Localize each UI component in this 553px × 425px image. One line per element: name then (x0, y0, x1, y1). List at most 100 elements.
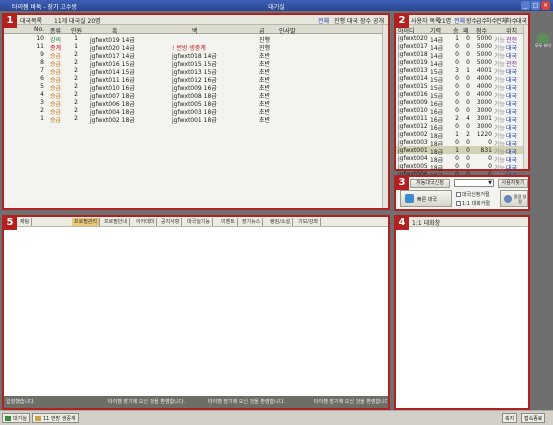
user-losses: 1 (466, 67, 470, 74)
user-row[interactable]: jgfwxt013 15급 3 1 4001 가능 대국 (396, 66, 528, 76)
user-filter-all[interactable]: 전체 (454, 16, 465, 24)
user-row[interactable]: jgfwxt003 18급 0 0 0 가능 대국 (396, 138, 528, 148)
filter-game[interactable]: 대국 (347, 16, 358, 24)
user-wins: 1 (455, 131, 459, 138)
room-row[interactable]: 2 승급 2 jgfwxt004 18급 jgfwxt003 18급 초반 (4, 106, 388, 116)
user-wins: 0 (455, 123, 459, 130)
room-type: 승급 (50, 117, 62, 124)
room-row[interactable]: 7 승급 2 jgfwxt014 15급 jgfwxt013 15급 초반 (4, 66, 388, 76)
room-row[interactable]: 9 승급 2 jgfwxt017 14급 jgfwxt018 14급 초반 (4, 50, 388, 60)
user-row[interactable]: jgfwxt012 16급 0 0 3000 가능 대국 (396, 122, 528, 132)
quick-match-button[interactable]: 빠른 대국 (400, 190, 452, 207)
user-row[interactable]: jgfwxt004 18급 0 0 0 가능 대국 (396, 154, 528, 164)
panel-badge: 3 (395, 176, 409, 190)
room-row[interactable]: 5 승급 2 jgfwxt010 16급 jgfwxt009 16급 초반 (4, 82, 388, 92)
user-id: jgfwxt018 (398, 51, 428, 58)
user-score: 4000 (476, 91, 492, 98)
user-filter-game[interactable]: 대국 (516, 16, 527, 24)
taskbar-room-button[interactable]: 대기실 (2, 413, 30, 423)
filter-all[interactable]: 전체 (318, 16, 329, 24)
reject-chat-checkbox[interactable]: 1:1 대화거절 (456, 200, 490, 207)
room-count: 2 (74, 51, 78, 58)
user-score: 3000 (476, 99, 492, 106)
user-id: jgfwxt004 (398, 155, 428, 162)
tab-events[interactable]: 이벤트 (219, 218, 238, 226)
user-row[interactable]: jgfwxt010 16급 0 0 3000 가능 대국 (396, 106, 528, 116)
user-row[interactable]: jgfwxt020 14급 1 0 5000 가능 관전 (396, 34, 528, 44)
user-row[interactable]: jgfwxt015 15급 0 0 4000 가능 대국 (396, 82, 528, 92)
private-chat-area[interactable] (396, 227, 528, 408)
user-row[interactable]: jgfwxt016 15급 0 0 4000 가능 대국 (396, 90, 528, 100)
tab-profile-guide[interactable]: 프로필안내 (102, 218, 131, 226)
user-row[interactable]: jgfwxt019 14급 0 0 5000 가능 관전 (396, 58, 528, 68)
user-losses: 0 (466, 35, 470, 42)
filter-jangsu[interactable]: 장수 (360, 16, 371, 24)
reject-match-checkbox[interactable]: 대국신청거절 (456, 191, 490, 198)
user-row[interactable]: jgfwxt001 18급 1 0 831 가능 대국 (396, 146, 528, 156)
tab-ranking[interactable]: 랭킹/소설 (268, 218, 294, 226)
room-count: 2 (74, 115, 78, 122)
tab-chat[interactable]: 채팅 (18, 218, 33, 226)
taskbar-broadcast-button[interactable]: 11 번방 생중계 (32, 413, 79, 423)
user-row[interactable]: jgfwxt014 15급 0 0 4000 가능 대국 (396, 74, 528, 84)
room-no: 11 (36, 43, 44, 50)
user-score: 5000 (476, 35, 492, 42)
auto-match-button[interactable]: 자동대국신청 (410, 179, 450, 188)
title-bar: 타이젬 바둑 - 장기 고수방 대기실 _ □ × (0, 0, 553, 11)
user-list-scrollbar[interactable] (523, 25, 528, 169)
col-no[interactable]: No. (26, 26, 44, 33)
user-id: jgfwxt003 (398, 139, 428, 146)
room-row[interactable]: 11 종계 1 jgfwxt020 14급! 번방 생중계 진행 (4, 42, 388, 52)
room-row[interactable]: 3 승급 2 jgfwxt006 18급 jgfwxt005 18급 초반 (4, 98, 388, 108)
tab-academy[interactable]: 아카데미 (134, 218, 158, 226)
room-status: 초반 (259, 117, 271, 124)
user-row[interactable]: jgfwxt011 16급 2 4 3001 가능 대국 (396, 114, 528, 124)
room-rows: 10 강의 1 jgfwxt019 14급 진행 11 종계 1 jgfwxt020 14급! … (4, 34, 388, 124)
user-row[interactable]: jgfwxt009 16급 0 0 3000 가능 대국 (396, 98, 528, 108)
room-list-label: 대국목록 (20, 18, 43, 25)
user-list-panel: 2 사용자 목록 21명 전체 장수 급수 하수 전체 하수 대국 아이디 기력… (394, 13, 530, 188)
user-score: 5000 (476, 43, 492, 50)
settings-button[interactable]: 환경 설정 (500, 190, 528, 207)
user-losses: 0 (466, 59, 470, 66)
tab-janggi-news[interactable]: 장기뉴스 (240, 218, 264, 226)
room-row[interactable]: 4 승급 2 jgfwxt007 18급 jgfwxt008 18급 초반 (4, 90, 388, 100)
settings-label: 환경 설정 (513, 194, 527, 204)
room-list-scrollbar[interactable] (382, 25, 388, 208)
user-wins: 0 (455, 155, 459, 162)
user-row[interactable]: jgfwxt018 14급 0 0 5000 가능 대국 (396, 50, 528, 60)
room-row[interactable]: 6 승급 2 jgfwxt011 16급 jgfwxt012 16급 초반 (4, 74, 388, 84)
user-id: jgfwxt001 (398, 147, 428, 154)
user-id: jgfwxt011 (398, 115, 428, 122)
filter-public[interactable]: 공개 (373, 16, 384, 24)
user-find-button[interactable]: 사용자찾기 (498, 179, 528, 188)
room-count: 2 (74, 67, 78, 74)
tab-profile-manage[interactable]: 프로필관리 (72, 218, 101, 226)
user-count: 21명 (438, 18, 452, 25)
filter-progress[interactable]: 진행 (334, 16, 345, 24)
minimize-button[interactable]: _ (521, 1, 530, 10)
show-all-button[interactable]: 모두 보이기 (535, 33, 551, 51)
room-count: 2 (74, 99, 78, 106)
room-white-player: jgfwxt001 18급 (172, 117, 217, 124)
close-button[interactable]: × (541, 1, 550, 10)
user-row[interactable]: jgfwxt017 14급 0 0 5000 가능 대국 (396, 42, 528, 52)
tab-records[interactable]: 기보/강좌 (296, 218, 322, 226)
user-row[interactable]: jgfwxt005 18급 0 0 0 가능 대국 (396, 162, 528, 172)
user-wins: 0 (455, 107, 459, 114)
taskbar-right-button[interactable]: 축지 (502, 413, 518, 423)
tab-room-features[interactable]: 대국실기능 (185, 218, 214, 226)
user-wins: 1 (455, 147, 459, 154)
maximize-button[interactable]: □ (531, 1, 540, 10)
user-losses: 0 (466, 91, 470, 98)
user-id: jgfwxt015 (398, 83, 428, 90)
lobby-chat-area[interactable] (4, 227, 388, 396)
room-row[interactable]: 10 강의 1 jgfwxt019 14급 진행 (4, 34, 388, 44)
tab-notice[interactable]: 공지사항 (159, 218, 183, 226)
logout-button[interactable]: 접속종료 (521, 413, 546, 423)
match-type-select[interactable]: ▼ (454, 179, 494, 187)
room-row[interactable]: 1 승급 2 jgfwxt002 18급 jgfwxt001 18급 초반 (4, 114, 388, 124)
user-row[interactable]: jgfwxt002 18급 1 2 1220 가능 대국 (396, 130, 528, 140)
room-row[interactable]: 8 승급 2 jgfwxt016 15급 jgfwxt015 15급 초반 (4, 58, 388, 68)
user-score: 5000 (476, 59, 492, 66)
